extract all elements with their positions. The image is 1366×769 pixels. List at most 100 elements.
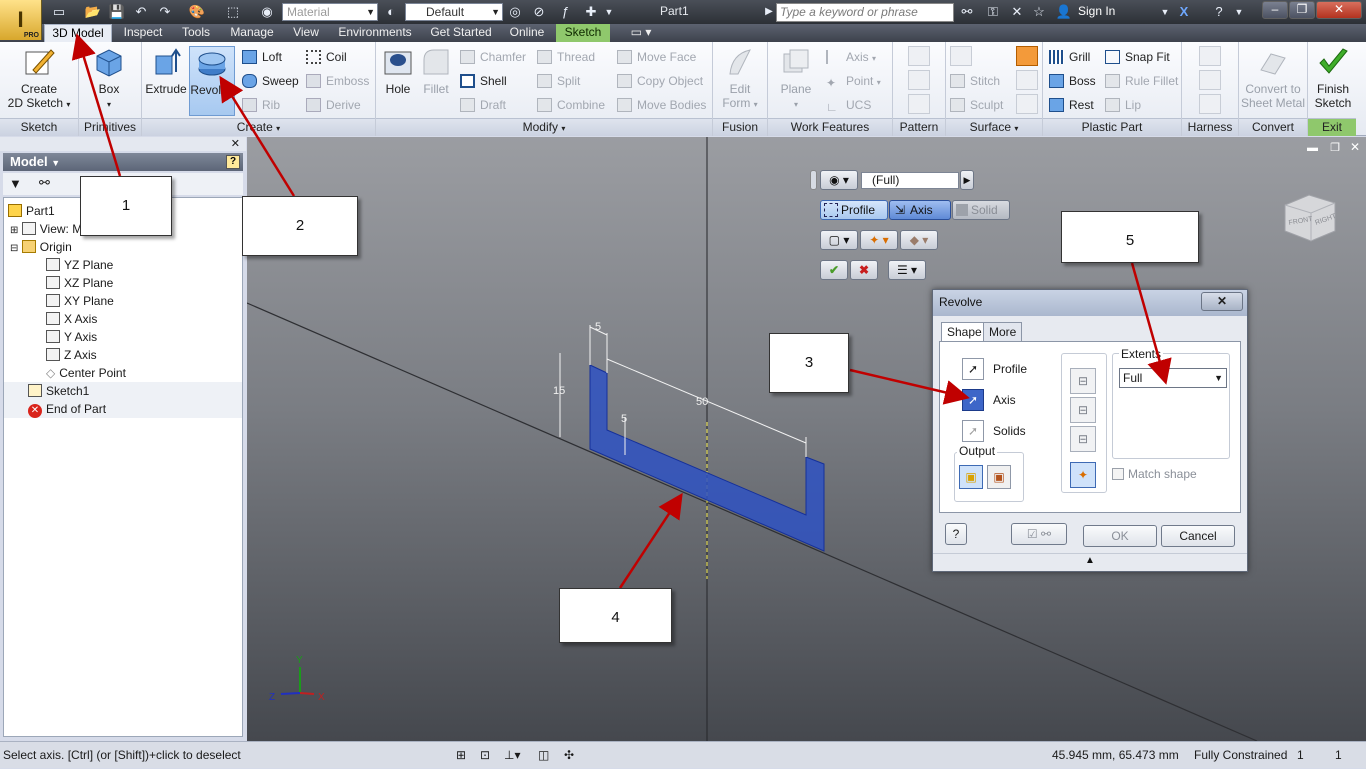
dialog-close-button[interactable]: ✕ — [1201, 292, 1243, 311]
point-button[interactable]: ✦ Point ▾ — [826, 72, 881, 90]
tree-node-z-axis[interactable]: Z Axis — [46, 346, 97, 364]
binoculars-icon[interactable]: ⚯ — [958, 3, 976, 21]
redo-icon[interactable]: ↷ — [156, 3, 174, 21]
revolve-button[interactable]: Revolve — [189, 46, 235, 116]
plus-icon[interactable]: ✚ — [582, 3, 600, 21]
grill-button[interactable]: Grill — [1049, 48, 1090, 66]
dialog-collapse-icon[interactable]: ▲ — [933, 553, 1247, 567]
hole-button[interactable]: Hole — [380, 46, 416, 116]
shell-button[interactable]: Shell — [460, 72, 507, 90]
help-dropdown-icon[interactable]: ▼ — [1230, 3, 1248, 21]
appearance-icon[interactable]: 🎨 — [188, 3, 206, 21]
dof-icon[interactable]: ✣ — [564, 742, 574, 769]
key-icon[interactable]: ⚿ — [984, 3, 1002, 21]
viewport-restore-icon[interactable]: ❐ — [1330, 141, 1340, 154]
tree-node-end-of-part[interactable]: ✕ End of Part — [4, 400, 242, 418]
tab-3d-model[interactable]: 3D Model — [44, 24, 112, 42]
grid-snap-icon[interactable]: ⊞ — [456, 742, 466, 769]
minitoolbar-profile-button[interactable]: Profile — [820, 200, 888, 220]
cut-button[interactable]: ⊟ — [1070, 397, 1096, 423]
rectangular-pattern-icon[interactable] — [908, 46, 930, 66]
minitoolbar-grip[interactable] — [810, 170, 817, 190]
new-solid-button[interactable]: ✦ — [1070, 462, 1096, 488]
combine-button[interactable]: Combine — [537, 96, 605, 114]
finish-sketch-button[interactable]: Finish Sketch — [1310, 46, 1356, 116]
minimize-button[interactable]: – — [1262, 1, 1288, 19]
viewport-close-icon[interactable]: ✕ — [1350, 140, 1360, 154]
tab-shape[interactable]: Shape — [941, 322, 988, 342]
tab-online[interactable]: Online — [504, 24, 550, 42]
extents-select[interactable]: Full ▼ — [1119, 368, 1227, 388]
mirror-icon[interactable] — [908, 94, 930, 114]
viewport-minimize-icon[interactable]: ▬ — [1307, 142, 1318, 154]
application-menu-button[interactable]: I PRO — [0, 0, 42, 40]
tab-sketch[interactable]: Sketch — [556, 24, 610, 42]
harness-cable-icon[interactable] — [1199, 70, 1221, 90]
material-combo[interactable]: Material ▼ — [282, 3, 378, 21]
tab-inspect[interactable]: Inspect — [116, 24, 170, 42]
thicken-icon[interactable] — [950, 46, 972, 66]
derive-button[interactable]: Derive — [306, 96, 361, 114]
constraint-options-icon[interactable]: ⊥▾ — [504, 742, 520, 769]
find-binoculars-icon[interactable]: ⚯ — [39, 175, 50, 191]
lip-button[interactable]: Lip — [1105, 96, 1141, 114]
dialog-titlebar[interactable]: Revolve ✕ — [933, 290, 1247, 316]
ok-button[interactable]: OK — [1083, 525, 1157, 547]
minitoolbar-ok-button[interactable]: ✔ — [820, 260, 848, 280]
move-face-button[interactable]: Move Face — [617, 48, 696, 66]
match-shape-dropdown[interactable]: ◆ ▾ — [900, 230, 938, 250]
tree-node-sketch1[interactable]: Sketch1 — [4, 382, 242, 400]
tree-node-part[interactable]: Part1 — [8, 202, 55, 220]
help-icon[interactable]: ? — [1210, 3, 1228, 21]
thread-button[interactable]: Thread — [537, 48, 595, 66]
close-window-button[interactable]: ✕ — [1316, 1, 1362, 19]
adjust-icon[interactable]: ◎ — [506, 3, 524, 21]
signin-dropdown-icon[interactable]: ▼ — [1156, 3, 1174, 21]
edit-form-button[interactable]: Edit Form ▾ — [718, 46, 762, 116]
harness-wire-icon[interactable] — [1199, 46, 1221, 66]
tab-manage[interactable]: Manage — [224, 24, 280, 42]
split-button[interactable]: Split — [537, 72, 580, 90]
tab-view[interactable]: View — [288, 24, 324, 42]
patch-icon[interactable] — [1016, 46, 1038, 66]
rest-button[interactable]: Rest — [1049, 96, 1094, 114]
tree-node-view[interactable]: ⊞ View: M — [10, 220, 82, 238]
constraint-infer-icon[interactable]: ⊡ — [480, 742, 490, 769]
tab-get-started[interactable]: Get Started — [424, 24, 498, 42]
filter-icon[interactable]: ▼ — [9, 176, 22, 191]
browser-header[interactable]: Model ▼ ? — [3, 153, 243, 171]
minitoolbar-axis-button[interactable]: ⇲ Axis — [889, 200, 951, 220]
panel-label-surface[interactable]: Surface ▾ — [946, 118, 1042, 136]
tab-tools[interactable]: Tools — [176, 24, 216, 42]
minitoolbar-cancel-button[interactable]: ✖ — [850, 260, 878, 280]
join-button[interactable]: ⊟ — [1070, 368, 1096, 394]
tree-node-y-axis[interactable]: Y Axis — [46, 328, 97, 346]
box-button[interactable]: Box ▾ — [86, 46, 132, 116]
chamfer-button[interactable]: Chamfer — [460, 48, 526, 66]
user-icon[interactable]: 👤 — [1055, 3, 1073, 21]
select-icon[interactable]: ⬚ — [224, 3, 242, 21]
sculpt-button[interactable]: Sculpt — [950, 96, 1003, 114]
browser-help-icon[interactable]: ? — [226, 155, 240, 169]
loft-button[interactable]: Loft — [242, 48, 282, 66]
boss-button[interactable]: Boss — [1049, 72, 1096, 90]
output-solid-button[interactable]: ▣ — [959, 465, 983, 489]
dialog-help-button[interactable]: ? — [945, 523, 967, 545]
ucs-button[interactable]: ∟ UCS — [826, 96, 871, 114]
harness-segment-icon[interactable] — [1199, 94, 1221, 114]
fillet-button[interactable]: Fillet — [418, 46, 454, 116]
preview-toggle-button[interactable]: ☑ ⚯ — [1011, 523, 1067, 545]
panel-label-create[interactable]: Create ▾ — [142, 118, 375, 136]
color-wheel-icon[interactable]: ◐ — [382, 3, 400, 21]
minitoolbar-expand-button[interactable]: ▶ — [960, 170, 974, 190]
minitoolbar-extents-field[interactable]: (Full) — [861, 172, 959, 189]
rib-button[interactable]: Rib — [242, 96, 280, 114]
trim-icon[interactable] — [1016, 70, 1038, 90]
save-icon[interactable]: 💾 — [108, 3, 126, 21]
create-2d-sketch-button[interactable]: Create 2D Sketch ▾ — [6, 46, 72, 116]
minitoolbar-solid-button[interactable]: Solid — [952, 200, 1010, 220]
new-file-icon[interactable]: ▭ — [50, 3, 68, 21]
extrude-button[interactable]: Extrude — [145, 46, 187, 116]
axis-button[interactable]: Axis ▾ — [826, 48, 876, 66]
circular-pattern-icon[interactable] — [908, 70, 930, 90]
